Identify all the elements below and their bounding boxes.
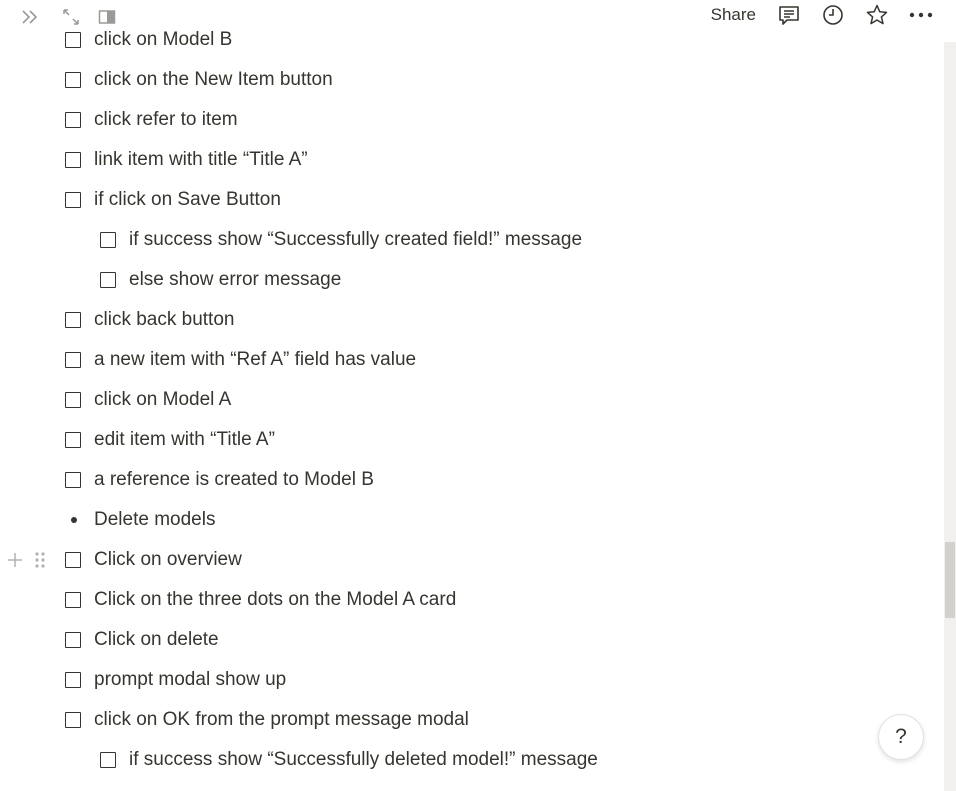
item-text[interactable]: click refer to item bbox=[94, 109, 238, 131]
todo-checkbox[interactable] bbox=[65, 672, 81, 688]
item-text[interactable]: Click on overview bbox=[94, 549, 242, 571]
item-text[interactable]: if click on Save Button bbox=[94, 189, 281, 211]
todo-item[interactable]: Click on overview bbox=[0, 540, 900, 580]
comments-icon[interactable] bbox=[774, 2, 804, 28]
todo-item[interactable]: if click on Save Button bbox=[0, 180, 900, 220]
topbar-left bbox=[16, 4, 118, 30]
item-text[interactable]: click back button bbox=[94, 309, 234, 331]
todo-item[interactable]: Click on the three dots on the Model A c… bbox=[0, 580, 900, 620]
todo-checkbox[interactable] bbox=[65, 112, 81, 128]
page-content: click on Model B click on the New Item bu… bbox=[0, 30, 944, 791]
todo-checkbox[interactable] bbox=[65, 632, 81, 648]
item-text[interactable]: Click on the three dots on the Model A c… bbox=[94, 589, 456, 611]
share-button[interactable]: Share bbox=[707, 5, 760, 25]
scrollbar-track[interactable] bbox=[944, 42, 956, 791]
item-text[interactable]: if success show “Successfully created fi… bbox=[129, 229, 582, 251]
item-text[interactable]: edit item with “Title A” bbox=[94, 429, 275, 451]
todo-checkbox[interactable] bbox=[100, 232, 116, 248]
item-text[interactable]: link item with title “Title A” bbox=[94, 149, 308, 171]
todo-checkbox[interactable] bbox=[65, 32, 81, 48]
todo-item[interactable]: prompt modal show up bbox=[0, 660, 900, 700]
bullet-list-item[interactable]: Delete models bbox=[0, 500, 900, 540]
todo-item[interactable]: if success show “Successfully deleted mo… bbox=[0, 740, 900, 780]
add-block-icon[interactable] bbox=[6, 551, 24, 569]
todo-checkbox[interactable] bbox=[65, 352, 81, 368]
item-text[interactable]: click on the New Item button bbox=[94, 69, 333, 91]
todo-checkbox[interactable] bbox=[65, 192, 81, 208]
item-text[interactable]: else show error message bbox=[129, 269, 341, 291]
todo-checkbox[interactable] bbox=[65, 592, 81, 608]
drag-handle-icon[interactable] bbox=[34, 550, 46, 570]
bullet-dot-icon bbox=[71, 517, 77, 523]
item-text[interactable]: prompt modal show up bbox=[94, 669, 286, 691]
todo-checkbox[interactable] bbox=[65, 152, 81, 168]
todo-checkbox[interactable] bbox=[65, 552, 81, 568]
expand-sidebar-icon[interactable] bbox=[16, 4, 46, 30]
side-peek-icon[interactable] bbox=[96, 4, 118, 30]
todo-checkbox[interactable] bbox=[65, 392, 81, 408]
todo-item[interactable]: click on the New Item button bbox=[0, 60, 900, 100]
item-text[interactable]: if success show “Successfully deleted mo… bbox=[129, 749, 598, 771]
item-text[interactable]: a new item with “Ref A” field has value bbox=[94, 349, 416, 371]
todo-item[interactable]: link item with title “Title A” bbox=[0, 140, 900, 180]
todo-item[interactable]: a reference is created to Model B bbox=[0, 460, 900, 500]
todo-item[interactable]: click back button bbox=[0, 300, 900, 340]
help-button[interactable]: ? bbox=[878, 714, 924, 760]
todo-checkbox[interactable] bbox=[65, 472, 81, 488]
todo-item[interactable]: click on OK from the prompt message moda… bbox=[0, 700, 900, 740]
top-bar: Share bbox=[0, 0, 956, 30]
todo-checkbox[interactable] bbox=[65, 312, 81, 328]
item-text[interactable]: click on OK from the prompt message moda… bbox=[94, 709, 469, 731]
todo-checkbox[interactable] bbox=[65, 72, 81, 88]
item-text[interactable]: click on Model A bbox=[94, 389, 231, 411]
todo-item[interactable]: a new item with “Ref A” field has value bbox=[0, 340, 900, 380]
todo-checkbox[interactable] bbox=[100, 272, 116, 288]
todo-item[interactable]: click on Model B bbox=[0, 30, 900, 60]
more-dots-icon[interactable] bbox=[906, 2, 936, 28]
todo-checkbox[interactable] bbox=[65, 712, 81, 728]
updates-clock-icon[interactable] bbox=[818, 2, 848, 28]
todo-item[interactable]: else show error message bbox=[0, 260, 900, 300]
todo-item[interactable]: click refer to item bbox=[0, 100, 900, 140]
item-text[interactable]: a reference is created to Model B bbox=[94, 469, 374, 491]
item-text[interactable]: Click on delete bbox=[94, 629, 219, 651]
todo-checkbox[interactable] bbox=[100, 752, 116, 768]
todo-item[interactable]: Click on delete bbox=[0, 620, 900, 660]
favorite-star-icon[interactable] bbox=[862, 2, 892, 28]
todo-item[interactable]: edit item with “Title A” bbox=[0, 420, 900, 460]
todo-item[interactable] bbox=[0, 780, 900, 791]
todo-item[interactable]: if success show “Successfully created fi… bbox=[0, 220, 900, 260]
fullscreen-icon[interactable] bbox=[60, 4, 82, 30]
scrollbar-thumb[interactable] bbox=[945, 542, 955, 618]
item-text[interactable]: click on Model B bbox=[94, 30, 232, 51]
todo-checkbox[interactable] bbox=[65, 432, 81, 448]
topbar-right: Share bbox=[707, 2, 936, 28]
item-text[interactable]: Delete models bbox=[94, 509, 215, 531]
block-handles bbox=[6, 550, 46, 570]
todo-item[interactable]: click on Model A bbox=[0, 380, 900, 420]
